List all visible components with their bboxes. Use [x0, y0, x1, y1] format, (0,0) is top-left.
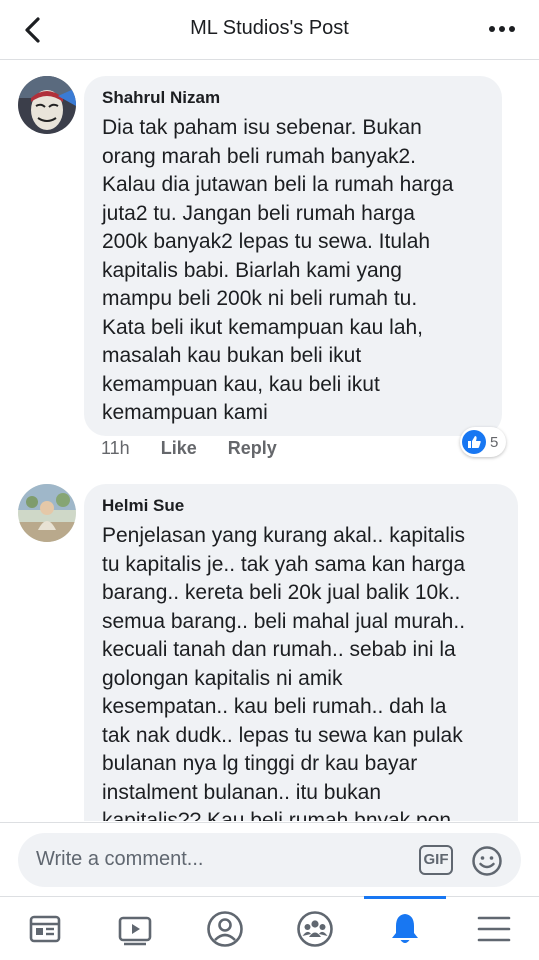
reaction-summary[interactable]: 5: [460, 427, 507, 457]
groups-icon: [297, 911, 333, 947]
comment-author[interactable]: Shahrul Nizam: [102, 88, 484, 108]
reaction-count: 5: [490, 433, 499, 451]
comment-bubble[interactable]: Helmi Sue Penjelasan yang kurang akal.. …: [84, 484, 518, 821]
comment-composer: Write a comment... GIF: [0, 822, 539, 896]
page-title: ML Studios's Post: [190, 17, 349, 39]
thumbs-up-icon: [462, 430, 486, 454]
comments-feed[interactable]: Shahrul Nizam Dia tak paham isu sebenar.…: [0, 61, 539, 821]
comment-text: Dia tak paham isu sebenar. Bukan orang m…: [102, 116, 454, 424]
comment-meta: 11h Like Reply: [101, 438, 303, 459]
comment-author[interactable]: Helmi Sue: [102, 496, 500, 516]
tab-profile[interactable]: [180, 897, 270, 960]
comment-placeholder: Write a comment...: [36, 848, 204, 870]
reply-button[interactable]: Reply: [228, 438, 277, 458]
tab-news-feed[interactable]: [0, 897, 90, 960]
watch-video-icon: [118, 916, 152, 946]
avatar-image: [18, 76, 76, 134]
comment-input[interactable]: Write a comment... GIF: [18, 833, 521, 887]
bottom-tab-bar: [0, 896, 539, 960]
tab-menu[interactable]: [449, 897, 539, 960]
gif-button[interactable]: GIF: [419, 845, 453, 875]
smiley-icon: [472, 846, 502, 876]
emoji-button[interactable]: [471, 845, 503, 877]
tab-watch[interactable]: [90, 897, 180, 960]
news-feed-icon: [29, 915, 61, 943]
menu-icon: [477, 916, 511, 942]
tab-groups[interactable]: [270, 897, 360, 960]
avatar-image: [18, 484, 76, 542]
top-bar: ML Studios's Post: [0, 0, 539, 60]
notifications-bell-icon: [392, 914, 418, 943]
more-options-button[interactable]: [487, 18, 517, 40]
avatar[interactable]: [18, 484, 76, 542]
like-button[interactable]: Like: [161, 438, 197, 458]
comment-time: 11h: [101, 438, 130, 458]
tab-notifications[interactable]: [360, 897, 450, 960]
profile-icon: [207, 911, 243, 947]
comment-text: Penjelasan yang kurang akal.. kapitalis …: [102, 524, 466, 821]
avatar[interactable]: [18, 76, 76, 134]
more-dots-icon: [489, 26, 515, 32]
comment-bubble[interactable]: Shahrul Nizam Dia tak paham isu sebenar.…: [84, 76, 502, 436]
